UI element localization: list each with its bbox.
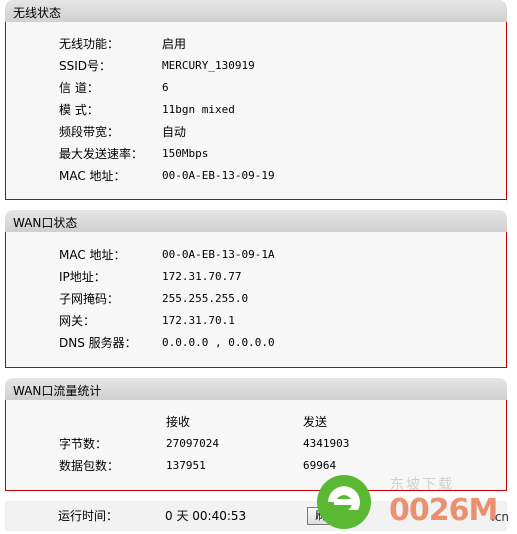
traffic-header: WAN口流量统计 <box>5 378 507 400</box>
wireless-mac-label: MAC 地址： <box>59 169 126 183</box>
uptime-value: 0 天 00:40:53 <box>165 509 247 523</box>
wireless-function-value: 启用 <box>162 37 187 51</box>
receive-column-header: 接收 <box>166 415 191 429</box>
uptime-label: 运行时间： <box>58 509 119 523</box>
wireless-mac-value: 00-0A-EB-13-09-19 <box>162 169 275 182</box>
dns-value: 0.0.0.0 , 0.0.0.0 <box>162 336 275 349</box>
bytes-label: 字节数： <box>59 437 108 451</box>
uptime-bar: 运行时间： 0 天 00:40:53 刷 新 <box>5 501 507 531</box>
mode-label: 模 式： <box>59 103 99 117</box>
channel-value: 6 <box>162 81 169 94</box>
wan-status-title: WAN口状态 <box>13 216 78 230</box>
max-rate-label: 最大发送速率： <box>59 147 144 161</box>
wan-status-panel: MAC 地址： 00-0A-EB-13-09-1A IP地址： 172.31.7… <box>5 232 507 368</box>
subnet-value: 255.255.255.0 <box>162 292 249 305</box>
wan-status-header: WAN口状态 <box>5 210 507 232</box>
send-column-header: 发送 <box>303 415 328 429</box>
wireless-status-panel: 无线功能： 启用 SSID号： MERCURY_130919 信 道： 6 模 … <box>5 22 507 200</box>
subnet-label: 子网掩码： <box>59 292 120 306</box>
gateway-label: 网关： <box>59 314 96 328</box>
wireless-status-header: 无线状态 <box>5 0 507 22</box>
ssid-value: MERCURY_130919 <box>162 59 255 72</box>
wireless-function-label: 无线功能： <box>59 37 120 51</box>
wireless-status-title: 无线状态 <box>13 6 62 20</box>
mode-value: 11bgn mixed <box>162 103 235 116</box>
bytes-sent-value: 4341903 <box>303 437 350 450</box>
traffic-panel: 接收 发送 字节数： 27097024 4341903 数据包数： 137951… <box>5 400 507 491</box>
wan-mac-value: 00-0A-EB-13-09-1A <box>162 248 275 261</box>
wan-mac-label: MAC 地址： <box>59 248 126 262</box>
bytes-received-value: 27097024 <box>166 437 219 450</box>
gateway-value: 172.31.70.1 <box>162 314 235 327</box>
traffic-title: WAN口流量统计 <box>13 384 102 398</box>
bandwidth-label: 频段带宽： <box>59 125 120 139</box>
ip-value: 172.31.70.77 <box>162 270 242 283</box>
ssid-label: SSID号： <box>59 59 112 73</box>
packets-label: 数据包数： <box>59 459 120 473</box>
packets-received-value: 137951 <box>166 459 206 472</box>
max-rate-value: 150Mbps <box>162 147 209 160</box>
dns-label: DNS 服务器： <box>59 336 137 350</box>
refresh-button[interactable]: 刷 新 <box>307 507 349 525</box>
packets-sent-value: 69964 <box>303 459 337 472</box>
ip-label: IP地址： <box>59 270 106 284</box>
bandwidth-value: 自动 <box>162 125 187 139</box>
channel-label: 信 道： <box>59 81 99 95</box>
